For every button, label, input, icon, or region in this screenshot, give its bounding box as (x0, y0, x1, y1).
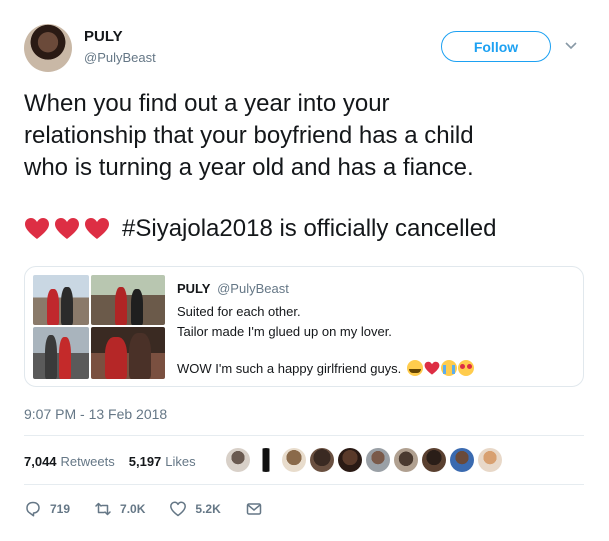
heart-eyes-emoji-icon (458, 360, 475, 376)
reply-button[interactable]: 719 (24, 500, 70, 518)
liker-avatar[interactable] (254, 448, 278, 472)
engagement-stats: 7,044 Retweets 5,197 Likes (24, 454, 210, 469)
author-name[interactable]: PULY (84, 28, 123, 45)
quoted-text-line: Suited for each other. (177, 304, 301, 319)
red-heart-icon (55, 218, 79, 239)
author-avatar[interactable] (24, 24, 72, 72)
retweets-count: 7,044 (24, 454, 57, 469)
quoted-tweet-card[interactable]: PULY @PulyBeast Suited for each other. T… (24, 266, 584, 387)
liker-avatar[interactable] (310, 448, 334, 472)
quoted-emojis (407, 360, 475, 376)
liker-avatar[interactable] (366, 448, 390, 472)
quoted-photo[interactable] (91, 275, 165, 325)
like-count: 5.2K (195, 502, 221, 516)
quoted-author[interactable]: PULY @PulyBeast (177, 281, 289, 296)
tweet-timestamp[interactable]: 9:07 PM - 13 Feb 2018 (24, 406, 167, 422)
quoted-author-name[interactable]: PULY (177, 281, 210, 296)
divider (24, 484, 584, 485)
likes-count: 5,197 (128, 454, 162, 469)
red-heart-icon (85, 218, 109, 239)
quoted-photo[interactable] (91, 327, 165, 379)
retweet-count: 7.0K (120, 502, 146, 516)
reply-icon (26, 501, 40, 517)
chevron-down-icon[interactable] (564, 38, 578, 52)
quoted-text-content: WOW I'm such a happy girlfriend guys. (177, 360, 402, 376)
quoted-text-line: Tailor made I'm glued up on my lover. (177, 324, 392, 339)
heart-icon (170, 501, 187, 517)
likes-stat[interactable]: 5,197 Likes (129, 454, 196, 469)
red-heart-icon (424, 361, 440, 375)
liker-avatar[interactable] (282, 448, 306, 472)
like-button[interactable]: 5.2K (169, 500, 221, 518)
quoted-text-line: WOW I'm such a happy girlfriend guys. (177, 360, 475, 376)
follow-button[interactable]: Follow (441, 31, 551, 62)
retweet-icon (95, 502, 111, 516)
tweet-hashtag-line: #Siyajola2018 is officially cancelled (24, 213, 496, 245)
author-handle[interactable]: @PulyBeast (84, 50, 156, 65)
envelope-icon (246, 503, 261, 515)
liker-avatars (226, 448, 502, 472)
liker-avatar[interactable] (450, 448, 474, 472)
liker-avatar[interactable] (394, 448, 418, 472)
laughing-tears-emoji-icon (407, 360, 424, 376)
quoted-media-grid[interactable] (33, 275, 165, 379)
crying-face-emoji-icon (441, 360, 458, 376)
liker-avatar[interactable] (422, 448, 446, 472)
tweet-actions: 719 7.0K 5.2K (24, 500, 295, 518)
retweets-label: Retweets (60, 454, 115, 469)
liker-avatar[interactable] (226, 448, 250, 472)
likes-label: Likes (165, 454, 196, 469)
quoted-photo[interactable] (33, 327, 89, 379)
direct-message-button[interactable] (245, 500, 271, 518)
retweets-stat[interactable]: 7,044 Retweets (24, 454, 115, 469)
hashtag-text[interactable]: #Siyajola2018 is officially cancelled (122, 213, 496, 245)
quoted-author-handle[interactable]: @PulyBeast (217, 281, 289, 296)
liker-avatar[interactable] (478, 448, 502, 472)
quoted-photo[interactable] (33, 275, 89, 325)
tweet-text: When you find out a year into your relat… (24, 90, 474, 181)
retweet-button[interactable]: 7.0K (94, 500, 145, 518)
divider (24, 435, 584, 436)
liker-avatar[interactable] (338, 448, 362, 472)
red-heart-icon (25, 218, 49, 239)
reply-count: 719 (50, 502, 71, 516)
